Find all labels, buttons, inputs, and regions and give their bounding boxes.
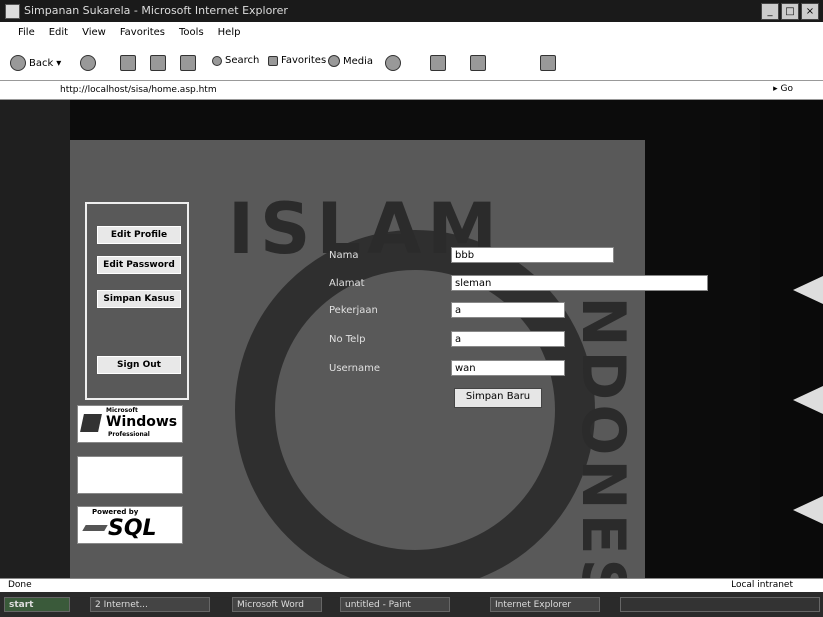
status-text: Done [8, 580, 32, 590]
system-tray [620, 597, 820, 612]
alamat-input[interactable] [451, 275, 708, 291]
mail-icon [430, 55, 446, 71]
status-bar: Done Local intranet [0, 578, 823, 592]
go-button[interactable]: ▸ Go [773, 84, 793, 94]
search-icon [212, 55, 222, 66]
stop-icon [120, 55, 136, 71]
blank-badge [77, 456, 183, 494]
page-viewport: ISLAM INDONES Edit Profile Edit Password… [0, 100, 823, 606]
taskbar-item[interactable]: untitled - Paint [340, 597, 450, 612]
start-button[interactable]: start [4, 597, 70, 612]
simpan-baru-button[interactable]: Simpan Baru [454, 388, 542, 408]
refresh-button[interactable] [150, 55, 166, 71]
ie-icon [5, 4, 20, 19]
refresh-icon [150, 55, 166, 71]
back-arrow-icon [10, 55, 26, 71]
maximize-button[interactable]: □ [781, 3, 799, 20]
arrow-decor-icon [793, 496, 823, 524]
sidebar-menu: Edit Profile Edit Password Simpan Kasus … [85, 202, 189, 400]
content-panel: ISLAM INDONES Edit Profile Edit Password… [70, 140, 708, 606]
zone-text: Local intranet [731, 580, 793, 590]
taskbar-item[interactable]: 2 Internet... [90, 597, 210, 612]
edit-profile-button[interactable]: Edit Profile [97, 226, 181, 244]
forward-arrow-icon [80, 55, 96, 71]
messenger-button[interactable] [540, 55, 556, 71]
menu-file[interactable]: File [18, 27, 35, 38]
menu-edit[interactable]: Edit [49, 27, 68, 38]
print-button[interactable] [470, 55, 486, 71]
pekerjaan-input[interactable] [451, 302, 565, 318]
toolbar: Back ▾ Search Favorites Media [0, 42, 823, 80]
minimize-button[interactable]: _ [761, 3, 779, 20]
forward-button[interactable] [80, 55, 96, 71]
no-telp-label: No Telp [329, 334, 366, 345]
watermark-side-text: INDONES [568, 270, 638, 606]
alamat-label: Alamat [329, 278, 365, 289]
edit-password-button[interactable]: Edit Password [97, 256, 181, 274]
sql-logo-icon [82, 525, 108, 531]
taskbar-item[interactable]: Internet Explorer [490, 597, 600, 612]
print-icon [470, 55, 486, 71]
left-margin [0, 100, 70, 578]
address-bar: http://localhost/sisa/home.asp.htm ▸ Go [0, 80, 823, 100]
menu-help[interactable]: Help [218, 27, 241, 38]
title-bar: Simpanan Sukarela - Microsoft Internet E… [0, 0, 823, 22]
home-icon [180, 55, 196, 71]
taskbar-item[interactable]: Microsoft Word [232, 597, 322, 612]
history-button[interactable] [385, 55, 401, 71]
nama-label: Nama [329, 250, 359, 261]
username-input[interactable] [451, 360, 565, 376]
address-input[interactable]: http://localhost/sisa/home.asp.htm [60, 85, 217, 95]
mail-button[interactable] [430, 55, 446, 71]
history-icon [385, 55, 401, 71]
nama-input[interactable] [451, 247, 614, 263]
arrow-decor-icon [793, 276, 823, 304]
messenger-icon [540, 55, 556, 71]
window-controls: _ □ × [761, 3, 819, 20]
taskbar: start 2 Internet... Microsoft Word untit… [0, 592, 823, 617]
menu-bar: File Edit View Favorites Tools Help [0, 22, 823, 42]
menu-tools[interactable]: Tools [179, 27, 204, 38]
home-button[interactable] [180, 55, 196, 71]
sign-out-button[interactable]: Sign Out [97, 356, 181, 374]
media-button[interactable]: Media [328, 55, 373, 67]
media-icon [328, 55, 340, 67]
menu-favorites[interactable]: Favorites [120, 27, 165, 38]
username-label: Username [329, 363, 380, 374]
search-button[interactable]: Search [212, 55, 259, 66]
favorites-button[interactable]: Favorites [268, 55, 326, 66]
sql-badge: Powered by SQL [77, 506, 183, 544]
simpan-kasus-button[interactable]: Simpan Kasus [97, 290, 181, 308]
windows-logo-icon [80, 414, 102, 432]
star-icon [268, 55, 278, 66]
window-title: Simpanan Sukarela - Microsoft Internet E… [24, 4, 288, 17]
stop-button[interactable] [120, 55, 136, 71]
back-button[interactable]: Back ▾ [10, 55, 61, 71]
arrow-decor-icon [793, 386, 823, 414]
menu-view[interactable]: View [82, 27, 106, 38]
close-button[interactable]: × [801, 3, 819, 20]
right-decor-panel [760, 100, 823, 578]
pekerjaan-label: Pekerjaan [329, 305, 378, 316]
windows-badge: Microsoft Windows Professional [77, 405, 183, 443]
no-telp-input[interactable] [451, 331, 565, 347]
